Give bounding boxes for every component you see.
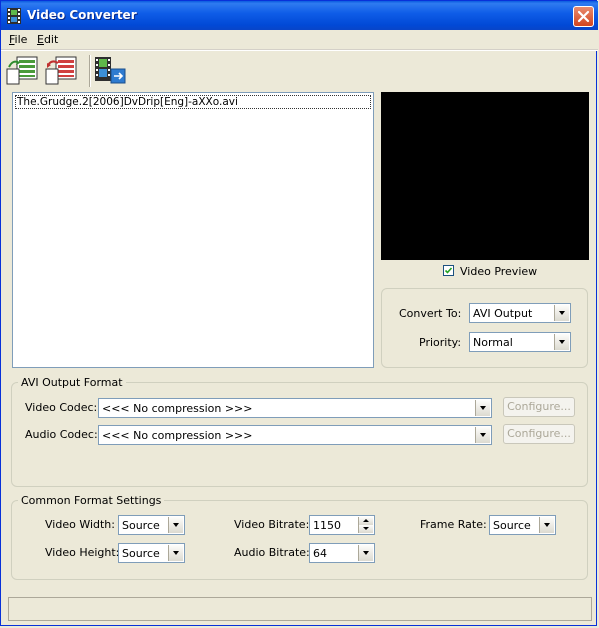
- video-codec-value: <<< No compression >>>: [102, 402, 253, 415]
- chevron-down-icon[interactable]: [475, 400, 490, 416]
- convert-to-label: Convert To:: [399, 307, 462, 320]
- video-height-label: Video Height:: [45, 546, 120, 559]
- file-list[interactable]: The.Grudge.2[2006]DvDrip[Eng]-aXXo.avi: [12, 92, 374, 368]
- chevron-down-icon[interactable]: [475, 427, 490, 443]
- window-title: Video Converter: [27, 8, 137, 22]
- video-bitrate-stepper[interactable]: 1150: [309, 515, 375, 535]
- video-height-value: Source: [122, 547, 160, 560]
- toolbar-divider: [89, 55, 91, 87]
- chevron-down-icon[interactable]: [168, 517, 183, 533]
- video-preview-label: Video Preview: [460, 265, 538, 278]
- frame-rate-select[interactable]: Source: [489, 515, 556, 535]
- common-settings-group: Common Format Settings: [11, 494, 588, 580]
- convert-to-value: AVI Output: [473, 307, 533, 320]
- video-preview-checkbox[interactable]: [443, 265, 454, 276]
- chevron-down-icon[interactable]: [554, 334, 569, 350]
- priority-value: Normal: [473, 336, 513, 349]
- chevron-up-icon[interactable]: [358, 517, 373, 525]
- add-file-button[interactable]: [5, 55, 39, 87]
- chevron-down-icon[interactable]: [168, 545, 183, 561]
- frame-rate-label: Frame Rate:: [420, 518, 487, 531]
- audio-bitrate-label: Audio Bitrate:: [234, 546, 310, 559]
- common-settings-title: Common Format Settings: [18, 494, 165, 507]
- remove-file-button[interactable]: [44, 55, 78, 87]
- convert-options-group: [381, 288, 588, 368]
- video-width-label: Video Width:: [45, 518, 115, 531]
- chevron-down-icon[interactable]: [554, 305, 569, 321]
- title-bar[interactable]: Video Converter: [1, 1, 598, 31]
- film-icon: [7, 8, 21, 24]
- video-codec-label: Video Codec:: [25, 401, 98, 414]
- audio-codec-label: Audio Codec:: [25, 428, 98, 441]
- priority-label: Priority:: [419, 336, 462, 349]
- add-file-icon: [6, 56, 38, 85]
- frame-rate-value: Source: [493, 519, 531, 532]
- convert-button[interactable]: [93, 55, 127, 87]
- video-bitrate-label: Video Bitrate:: [234, 518, 310, 531]
- video-codec-select[interactable]: <<< No compression >>>: [98, 398, 492, 418]
- status-bar: [8, 597, 592, 621]
- audio-configure-button[interactable]: Configure...: [503, 424, 575, 444]
- audio-bitrate-value: 64: [313, 547, 327, 560]
- video-preview-area: [381, 92, 589, 260]
- convert-icon: [95, 57, 126, 84]
- audio-codec-select[interactable]: <<< No compression >>>: [98, 425, 492, 445]
- app-window: Video Converter File Edit The.Grudge.2[2…: [0, 0, 598, 626]
- menu-file[interactable]: File: [9, 33, 27, 46]
- chevron-down-icon[interactable]: [358, 545, 373, 561]
- menu-bar: File Edit: [1, 30, 598, 49]
- close-icon: [577, 10, 590, 23]
- menu-edit[interactable]: Edit: [37, 33, 58, 46]
- video-bitrate-value: 1150: [313, 519, 341, 532]
- list-item[interactable]: The.Grudge.2[2006]DvDrip[Eng]-aXXo.avi: [15, 95, 371, 109]
- chevron-down-icon[interactable]: [539, 517, 554, 533]
- video-height-select[interactable]: Source: [118, 543, 185, 563]
- audio-codec-value: <<< No compression >>>: [102, 429, 253, 442]
- remove-file-icon: [45, 56, 77, 85]
- audio-bitrate-select[interactable]: 64: [309, 543, 375, 563]
- video-width-value: Source: [122, 519, 160, 532]
- priority-select[interactable]: Normal: [469, 332, 571, 352]
- menu-divider: [1, 49, 598, 51]
- checkmark-icon: [444, 267, 453, 274]
- close-button[interactable]: [573, 6, 594, 27]
- avi-output-title: AVI Output Format: [18, 376, 126, 389]
- chevron-down-icon[interactable]: [358, 525, 373, 533]
- video-width-select[interactable]: Source: [118, 515, 185, 535]
- convert-to-select[interactable]: AVI Output: [469, 303, 571, 323]
- video-configure-button[interactable]: Configure...: [503, 397, 575, 417]
